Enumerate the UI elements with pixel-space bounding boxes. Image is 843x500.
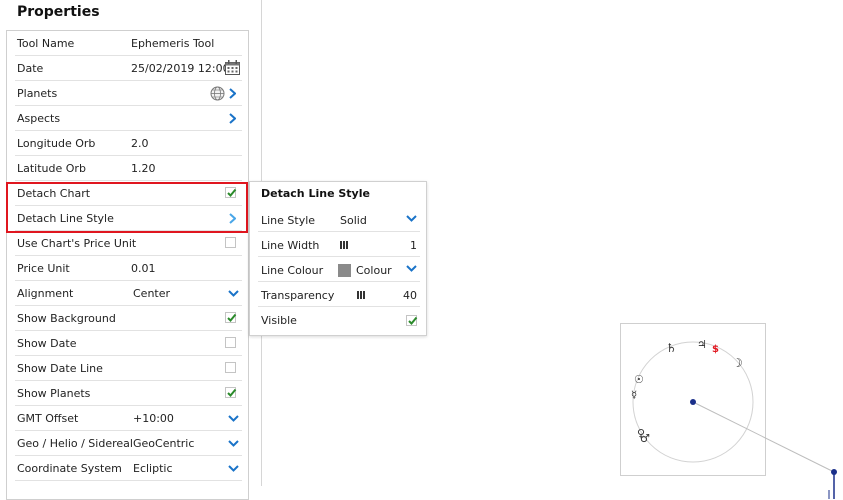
chart-center-dot [690,399,696,405]
detach-line [692,401,835,473]
jupiter-glyph: ♃ [697,338,707,351]
date-marker-dot [831,469,837,475]
mars-glyph: ♂ [640,432,650,445]
dollar-glyph: $ [712,344,719,355]
moon-glyph: ☽ [732,356,743,370]
saturn-glyph: ♄ [666,341,677,355]
sun-glyph: ☉ [634,373,644,386]
ephemeris-chart-overlay: ♄ ♃ $ ☽ ☉ ☿ ♀ ♂ [631,338,837,499]
mercury-glyph: ☿ [631,390,637,401]
